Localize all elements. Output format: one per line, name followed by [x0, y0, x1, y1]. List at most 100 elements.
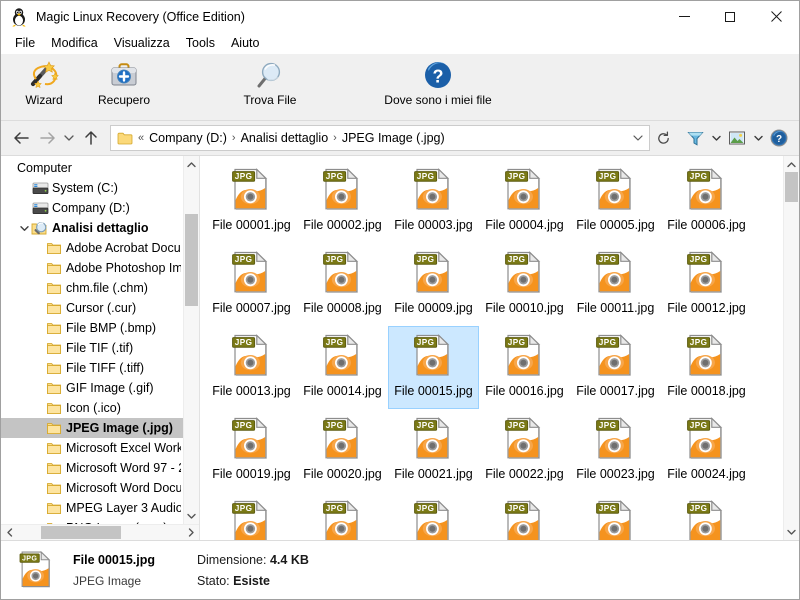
trova-file-button[interactable]: Trova File [231, 58, 309, 114]
tree-item-microsoft-word-97-20[interactable]: Microsoft Word 97 - 20 [1, 458, 183, 478]
tree-hscroll-track[interactable] [17, 525, 183, 540]
file-item[interactable]: JPG File 00005.jpg [570, 160, 661, 243]
file-item[interactable]: JPG File 00013.jpg [206, 326, 297, 409]
dove-sono-i-miei-file-button[interactable]: ? Dove sono i miei file [363, 58, 513, 114]
menu-modifica[interactable]: Modifica [43, 34, 106, 52]
tree-item-computer[interactable]: Computer [1, 158, 183, 178]
chevron-right-icon[interactable] [183, 525, 199, 540]
file-scroll-track[interactable] [784, 172, 799, 524]
chevron-up-icon[interactable] [184, 156, 199, 172]
chevron-left-icon[interactable] [1, 525, 17, 540]
file-item[interactable]: JPG File 00003.jpg [388, 160, 479, 243]
tree-item-analisi-dettaglio[interactable]: Analisi dettaglio [1, 218, 183, 238]
menu-tools[interactable]: Tools [178, 34, 223, 52]
address-path-box[interactable]: « Company (D:) › Analisi dettaglio › JPE… [110, 125, 650, 151]
file-item[interactable]: JPG File 00017.jpg [570, 326, 661, 409]
folder-tree[interactable]: Computer System (C:) Company (D:) Analis… [1, 156, 183, 524]
chevron-down-icon[interactable] [184, 508, 199, 524]
maximize-button[interactable] [707, 1, 753, 32]
up-button[interactable] [78, 125, 104, 151]
chevron-down-icon[interactable] [17, 225, 31, 232]
tree-item-file-bmp-bmp[interactable]: File BMP (.bmp) [1, 318, 183, 338]
breadcrumb-jpeg-image[interactable]: JPEG Image (.jpg) [338, 129, 449, 147]
file-item[interactable]: JPG File 00023.jpg [570, 409, 661, 492]
svg-text:JPG: JPG [234, 172, 252, 181]
file-item[interactable]: JPG File 00028.jpg [479, 492, 570, 540]
tree-item-adobe-acrobat-docum[interactable]: Adobe Acrobat Docum [1, 238, 183, 258]
refresh-button[interactable] [650, 126, 676, 150]
tree-item-chm-file-chm[interactable]: chm.file (.chm) [1, 278, 183, 298]
file-item[interactable]: JPG File 00024.jpg [661, 409, 752, 492]
forward-button[interactable] [34, 125, 60, 151]
tree-horizontal-scrollbar[interactable] [1, 524, 199, 540]
tree-item-file-tiff-tiff[interactable]: File TIFF (.tiff) [1, 358, 183, 378]
file-item[interactable]: JPG File 00008.jpg [297, 243, 388, 326]
tree-item-company-d[interactable]: Company (D:) [1, 198, 183, 218]
file-item[interactable]: JPG File 00027.jpg [388, 492, 479, 540]
chevron-down-icon[interactable] [784, 524, 799, 540]
path-overflow[interactable]: « [137, 132, 145, 144]
tree-item-file-tif-tif[interactable]: File TIF (.tif) [1, 338, 183, 358]
recupero-button[interactable]: Recupero [85, 58, 163, 114]
help-icon[interactable]: ? [766, 126, 792, 150]
tree-item-gif-image-gif[interactable]: GIF Image (.gif) [1, 378, 183, 398]
tree-item-icon-ico[interactable]: Icon (.ico) [1, 398, 183, 418]
svg-text:JPG: JPG [22, 554, 37, 562]
tree-item-jpeg-image-jpg[interactable]: JPEG Image (.jpg) [1, 418, 183, 438]
breadcrumb-company[interactable]: Company (D:) [145, 129, 231, 147]
file-vertical-scrollbar[interactable] [783, 156, 799, 540]
svg-text:JPG: JPG [416, 504, 434, 513]
close-button[interactable] [753, 1, 799, 32]
breadcrumb-analisi-dettaglio[interactable]: Analisi dettaglio [237, 129, 333, 147]
file-item[interactable]: JPG File 00030.jpg [661, 492, 752, 540]
picture-view-icon[interactable] [724, 126, 750, 150]
file-item[interactable]: JPG File 00016.jpg [479, 326, 570, 409]
tree-item-microsoft-excel-works[interactable]: Microsoft Excel Works [1, 438, 183, 458]
file-scroll-thumb[interactable] [785, 172, 798, 202]
tree-item-adobe-photoshop-ima[interactable]: Adobe Photoshop Ima [1, 258, 183, 278]
recent-locations-button[interactable] [60, 125, 78, 151]
back-button[interactable] [8, 125, 34, 151]
file-item[interactable]: JPG File 00012.jpg [661, 243, 752, 326]
svg-text:JPG: JPG [416, 338, 434, 347]
file-grid[interactable]: JPG File 00001.jpg JPG File 00002.jpg JP… [200, 156, 783, 540]
file-item[interactable]: JPG File 00006.jpg [661, 160, 752, 243]
file-item[interactable]: JPG File 00004.jpg [479, 160, 570, 243]
tree-item-system-c[interactable]: System (C:) [1, 178, 183, 198]
filter-dropdown-icon[interactable] [708, 126, 724, 150]
file-item[interactable]: JPG File 00014.jpg [297, 326, 388, 409]
file-item[interactable]: JPG File 00007.jpg [206, 243, 297, 326]
folder-tree-wrapper: Computer System (C:) Company (D:) Analis… [1, 156, 199, 524]
tree-scroll-track[interactable] [184, 172, 199, 508]
file-item[interactable]: JPG File 00025.jpg [206, 492, 297, 540]
menu-aiuto[interactable]: Aiuto [223, 34, 268, 52]
chevron-up-icon[interactable] [784, 156, 799, 172]
jpg-file-icon: JPG [501, 413, 549, 465]
tree-item-mpeg-layer-3-audio-f[interactable]: MPEG Layer 3 Audio F [1, 498, 183, 518]
file-item[interactable]: JPG File 00018.jpg [661, 326, 752, 409]
file-item[interactable]: JPG File 00001.jpg [206, 160, 297, 243]
file-item[interactable]: JPG File 00026.jpg [297, 492, 388, 540]
menu-file[interactable]: File [7, 34, 43, 52]
file-item-selected[interactable]: JPG File 00015.jpg [388, 326, 479, 409]
funnel-icon[interactable] [682, 126, 708, 150]
minimize-button[interactable] [661, 1, 707, 32]
tree-scroll-thumb[interactable] [185, 214, 198, 306]
file-item[interactable]: JPG File 00020.jpg [297, 409, 388, 492]
file-item[interactable]: JPG File 00011.jpg [570, 243, 661, 326]
menu-visualizza[interactable]: Visualizza [106, 34, 178, 52]
tree-item-microsoft-word-docum[interactable]: Microsoft Word Docum [1, 478, 183, 498]
file-item[interactable]: JPG File 00009.jpg [388, 243, 479, 326]
file-item[interactable]: JPG File 00029.jpg [570, 492, 661, 540]
file-item[interactable]: JPG File 00010.jpg [479, 243, 570, 326]
file-item[interactable]: JPG File 00021.jpg [388, 409, 479, 492]
chevron-down-icon[interactable] [629, 127, 647, 149]
tree-vertical-scrollbar[interactable] [183, 156, 199, 524]
tree-hscroll-thumb[interactable] [41, 526, 121, 539]
wizard-button[interactable]: Wizard [5, 58, 83, 114]
tree-item-cursor-cur[interactable]: Cursor (.cur) [1, 298, 183, 318]
file-item[interactable]: JPG File 00002.jpg [297, 160, 388, 243]
file-item[interactable]: JPG File 00019.jpg [206, 409, 297, 492]
file-item[interactable]: JPG File 00022.jpg [479, 409, 570, 492]
view-dropdown-icon[interactable] [750, 126, 766, 150]
